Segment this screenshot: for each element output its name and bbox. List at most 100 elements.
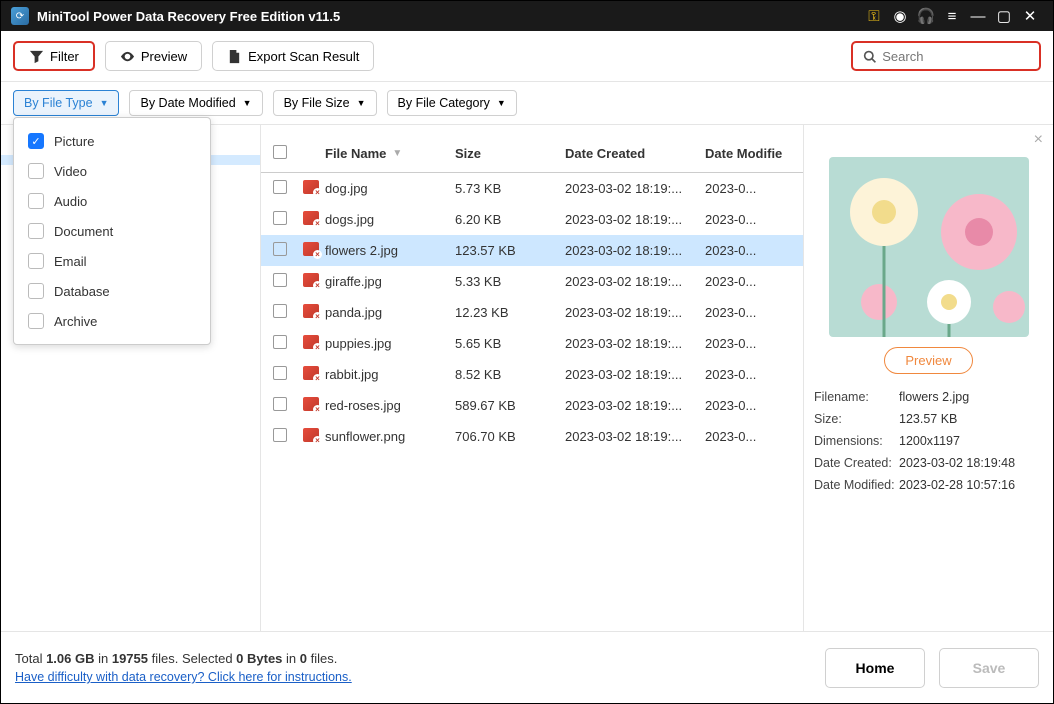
checkbox-icon[interactable]: ✓ — [28, 133, 44, 149]
export-button[interactable]: Export Scan Result — [212, 41, 374, 71]
checkbox-icon[interactable] — [28, 163, 44, 179]
cell-created: 2023-03-02 18:19:... — [565, 212, 705, 227]
checkbox-icon[interactable] — [28, 223, 44, 239]
table-row[interactable]: rabbit.jpg 8.52 KB 2023-03-02 18:19:... … — [261, 359, 803, 390]
minimize-icon[interactable]: — — [965, 8, 991, 25]
sort-desc-icon[interactable]: ▼ — [392, 148, 402, 159]
filter-button[interactable]: Filter — [13, 41, 95, 71]
cell-created: 2023-03-02 18:19:... — [565, 429, 705, 444]
headphones-icon[interactable]: 🎧 — [913, 7, 939, 25]
filter-by-type[interactable]: By File Type▼ — [13, 90, 119, 116]
file-list-pane: File Name ▼ Size Date Created Date Modif… — [261, 125, 803, 645]
row-checkbox[interactable] — [273, 366, 287, 380]
flower-image-icon — [829, 157, 1029, 337]
footer-stats: Total 1.06 GB in 19755 files. Selected 0… — [15, 651, 352, 684]
row-checkbox[interactable] — [273, 304, 287, 318]
table-row[interactable]: red-roses.jpg 589.67 KB 2023-03-02 18:19… — [261, 390, 803, 421]
dropdown-item-audio[interactable]: Audio — [14, 186, 210, 216]
search-input[interactable] — [882, 49, 1029, 64]
dropdown-item-document[interactable]: Document — [14, 216, 210, 246]
cell-size: 5.65 KB — [455, 336, 565, 351]
row-checkbox[interactable] — [273, 180, 287, 194]
dropdown-item-label: Video — [54, 164, 87, 179]
meta-value: flowers 2.jpg — [899, 390, 1043, 404]
row-checkbox[interactable] — [273, 273, 287, 287]
file-icon — [303, 180, 319, 194]
cell-created: 2023-03-02 18:19:... — [565, 336, 705, 351]
file-icon — [303, 335, 319, 349]
chevron-down-icon: ▼ — [497, 98, 506, 108]
cell-modified: 2023-0... — [705, 181, 785, 196]
maximize-icon[interactable]: ▢ — [991, 7, 1017, 25]
filter-by-date[interactable]: By Date Modified▼ — [129, 90, 262, 116]
dropdown-item-label: Audio — [54, 194, 87, 209]
col-name-header[interactable]: File Name — [325, 146, 386, 161]
cell-created: 2023-03-02 18:19:... — [565, 243, 705, 258]
app-title: MiniTool Power Data Recovery Free Editio… — [37, 9, 340, 24]
open-preview-button[interactable]: Preview — [884, 347, 972, 374]
footer: Total 1.06 GB in 19755 files. Selected 0… — [1, 631, 1053, 703]
checkbox-icon[interactable] — [28, 193, 44, 209]
col-created-header[interactable]: Date Created — [565, 146, 705, 161]
filter-by-size[interactable]: By File Size▼ — [273, 90, 377, 116]
file-icon — [303, 397, 319, 411]
preview-button[interactable]: Preview — [105, 41, 202, 71]
close-icon[interactable]: ✕ — [1017, 7, 1043, 25]
file-icon — [303, 366, 319, 380]
dropdown-item-video[interactable]: Video — [14, 156, 210, 186]
dropdown-item-archive[interactable]: Archive — [14, 306, 210, 336]
cell-modified: 2023-0... — [705, 212, 785, 227]
table-row[interactable]: dog.jpg 5.73 KB 2023-03-02 18:19:... 202… — [261, 173, 803, 204]
home-button[interactable]: Home — [825, 648, 925, 688]
close-preview-icon[interactable]: × — [1034, 131, 1043, 149]
table-row[interactable]: giraffe.jpg 5.33 KB 2023-03-02 18:19:...… — [261, 266, 803, 297]
disc-icon[interactable]: ◉ — [887, 7, 913, 25]
save-button[interactable]: Save — [939, 648, 1039, 688]
cell-modified: 2023-0... — [705, 243, 785, 258]
dropdown-item-database[interactable]: Database — [14, 276, 210, 306]
row-checkbox[interactable] — [273, 428, 287, 442]
file-icon — [303, 273, 319, 287]
meta-value: 1200x1197 — [899, 434, 1043, 448]
file-icon — [303, 304, 319, 318]
file-icon — [303, 242, 319, 256]
filter-label: Filter — [50, 49, 79, 64]
dropdown-item-email[interactable]: Email — [14, 246, 210, 276]
table-row[interactable]: panda.jpg 12.23 KB 2023-03-02 18:19:... … — [261, 297, 803, 328]
table-row[interactable]: sunflower.png 706.70 KB 2023-03-02 18:19… — [261, 421, 803, 452]
table-body: dog.jpg 5.73 KB 2023-03-02 18:19:... 202… — [261, 173, 803, 452]
table-row[interactable]: flowers 2.jpg 123.57 KB 2023-03-02 18:19… — [261, 235, 803, 266]
table-row[interactable]: dogs.jpg 6.20 KB 2023-03-02 18:19:... 20… — [261, 204, 803, 235]
select-all-checkbox[interactable] — [273, 145, 287, 159]
checkbox-icon[interactable] — [28, 283, 44, 299]
table-row[interactable]: puppies.jpg 5.65 KB 2023-03-02 18:19:...… — [261, 328, 803, 359]
help-link[interactable]: Have difficulty with data recovery? Clic… — [15, 670, 352, 684]
dropdown-item-picture[interactable]: ✓ Picture — [14, 126, 210, 156]
row-checkbox[interactable] — [273, 242, 287, 256]
col-modified-header[interactable]: Date Modifie — [705, 146, 785, 161]
row-checkbox[interactable] — [273, 397, 287, 411]
search-box[interactable] — [851, 41, 1041, 71]
row-checkbox[interactable] — [273, 335, 287, 349]
cell-created: 2023-03-02 18:19:... — [565, 274, 705, 289]
cell-size: 706.70 KB — [455, 429, 565, 444]
dropdown-item-label: Picture — [54, 134, 94, 149]
app-logo-icon: ⟳ — [11, 7, 29, 25]
cell-modified: 2023-0... — [705, 429, 785, 444]
cell-created: 2023-03-02 18:19:... — [565, 181, 705, 196]
cell-size: 6.20 KB — [455, 212, 565, 227]
filter-by-type-label: By File Type — [24, 96, 93, 110]
menu-icon[interactable]: ≡ — [939, 8, 965, 25]
col-size-header[interactable]: Size — [455, 146, 565, 161]
key-icon[interactable]: ⚿ — [861, 8, 887, 25]
cell-filename: giraffe.jpg — [325, 274, 455, 289]
row-checkbox[interactable] — [273, 211, 287, 225]
filter-by-category[interactable]: By File Category ▼ — [387, 90, 517, 116]
dropdown-item-label: Archive — [54, 314, 97, 329]
filter-by-category-label: By File Category — [398, 96, 490, 110]
export-icon — [227, 49, 242, 64]
filter-by-size-label: By File Size — [284, 96, 350, 110]
cell-size: 12.23 KB — [455, 305, 565, 320]
checkbox-icon[interactable] — [28, 313, 44, 329]
checkbox-icon[interactable] — [28, 253, 44, 269]
